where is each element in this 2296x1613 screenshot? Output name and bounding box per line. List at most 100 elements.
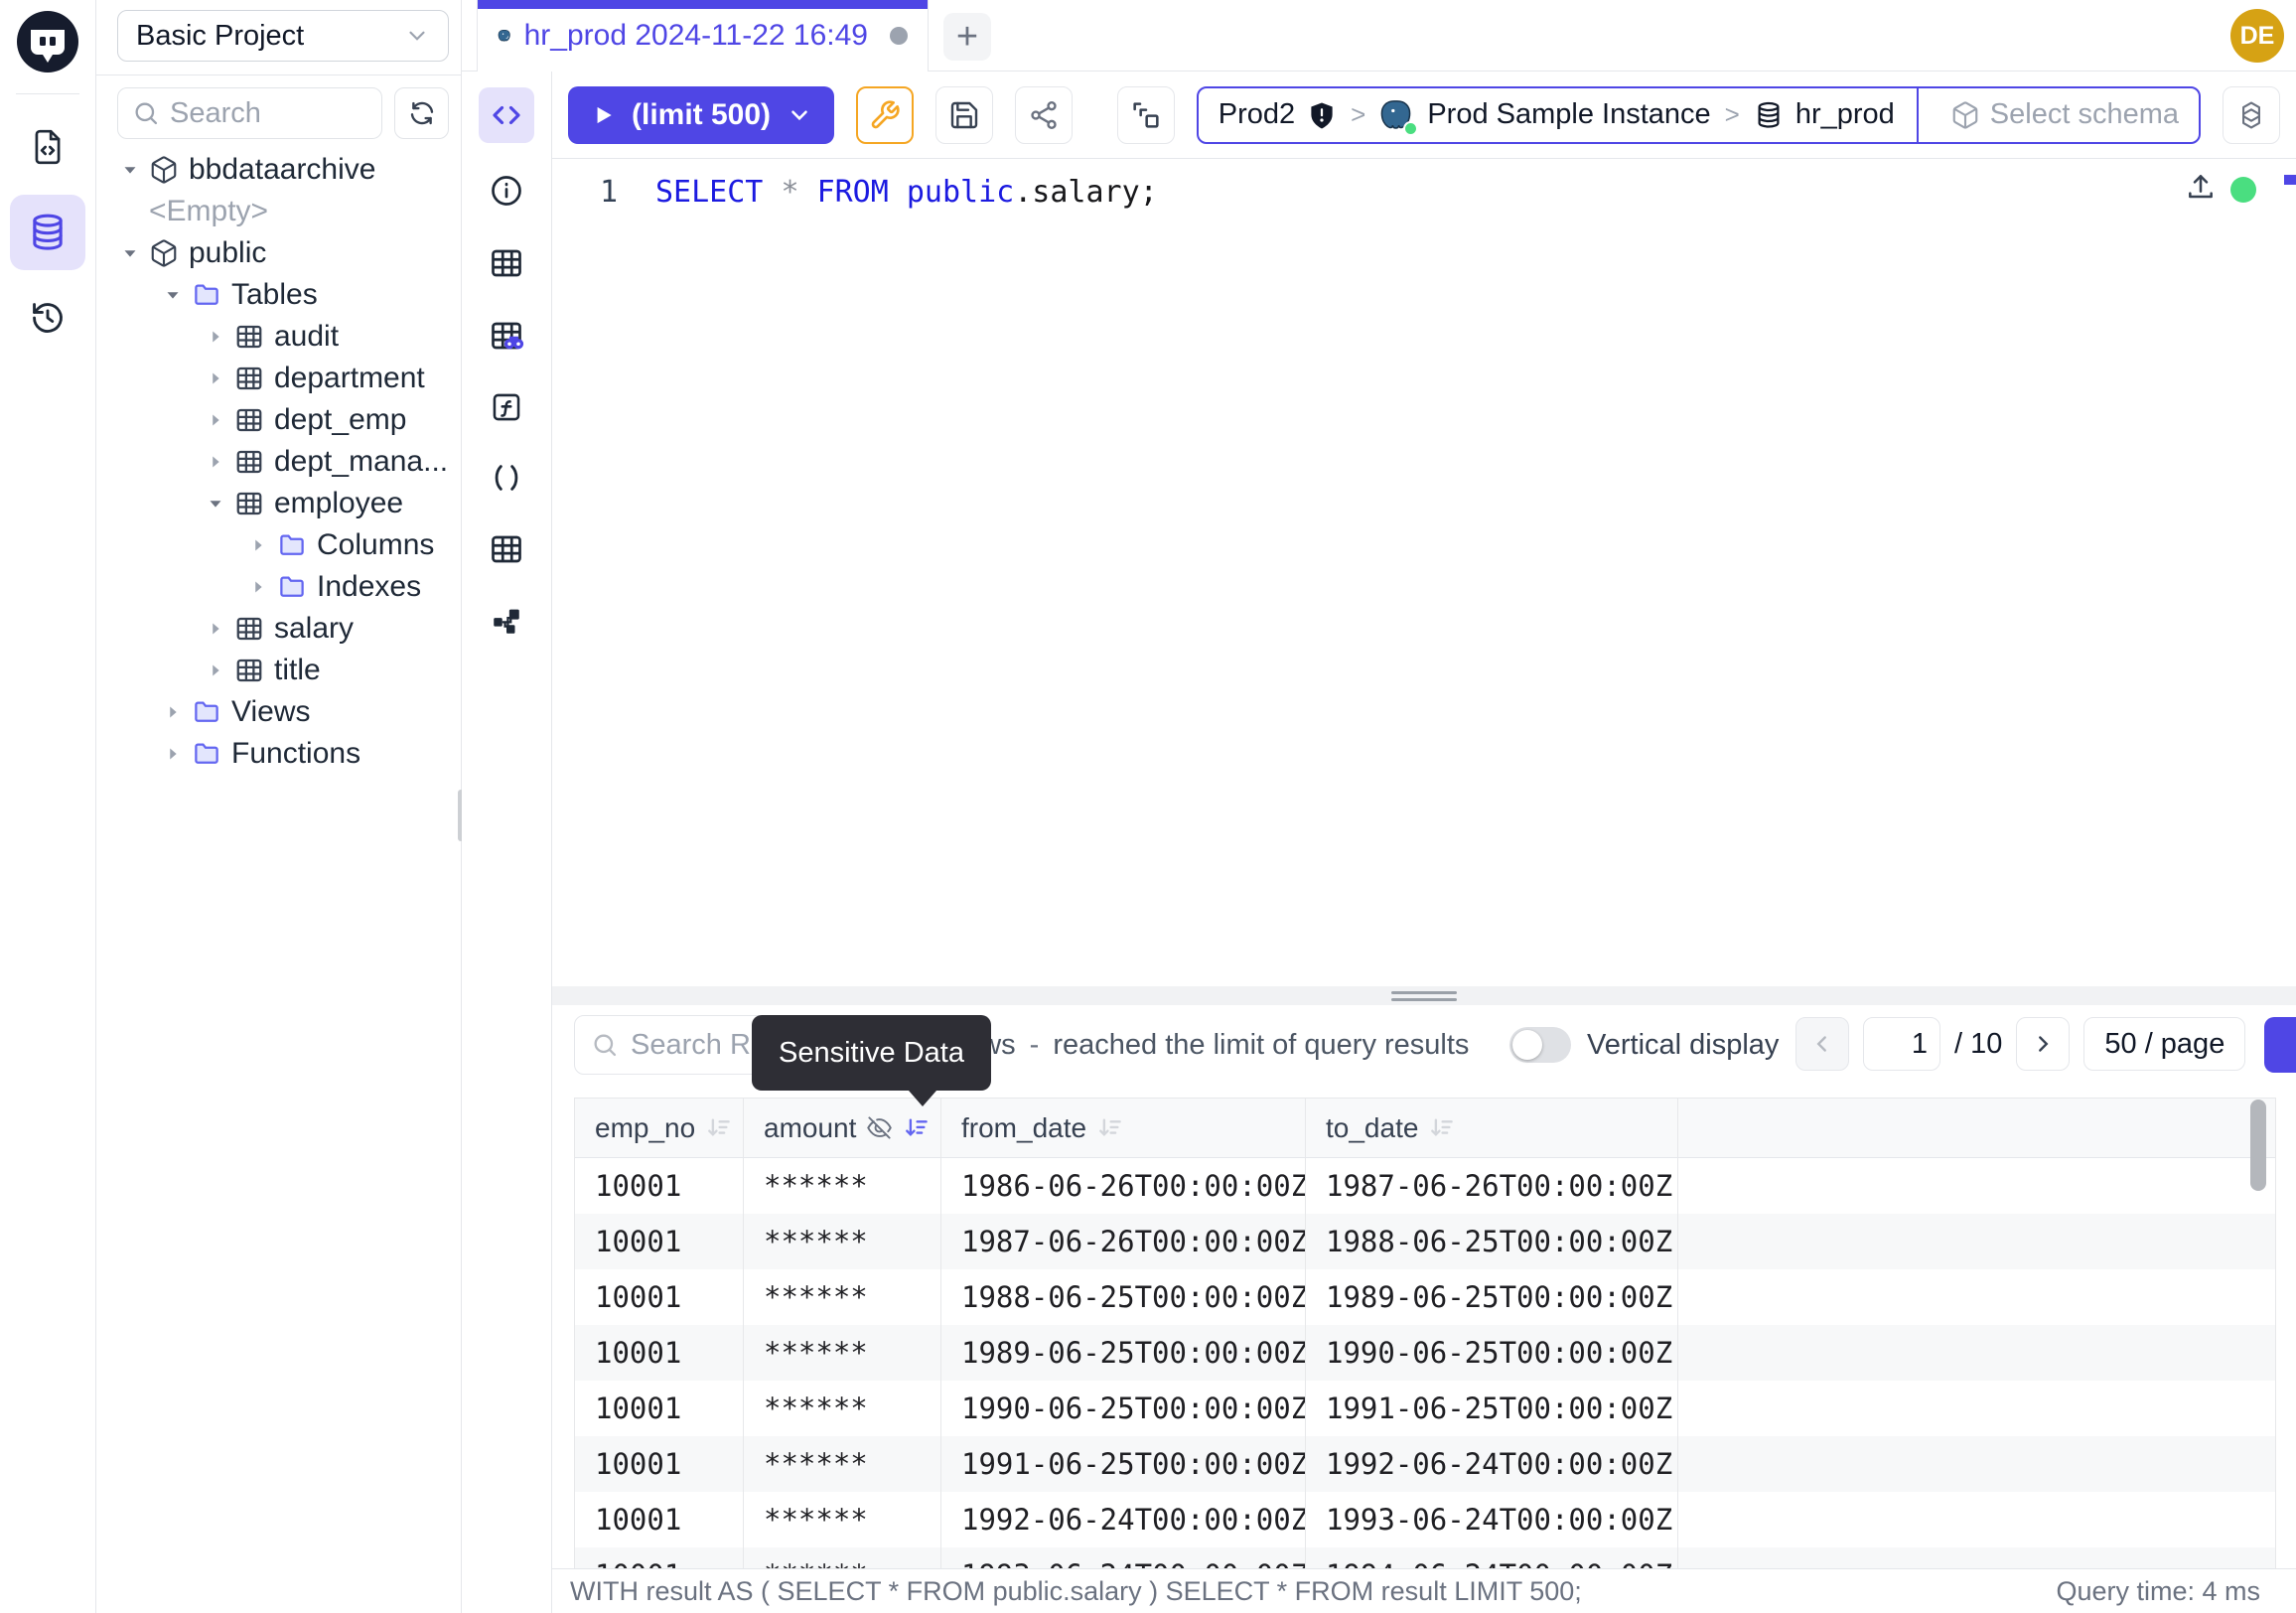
folder-icon — [277, 530, 307, 560]
vertical-display-toggle[interactable] — [1509, 1027, 1571, 1063]
tab-hr-prod[interactable]: hr_prod 2024-11-22 16:49 — [477, 0, 929, 72]
tree-item-title[interactable]: title — [96, 650, 462, 691]
table-cell: 1989-06-25T00:00:00Z — [941, 1325, 1306, 1381]
caret-right-icon[interactable] — [205, 367, 226, 389]
save-sheet-button[interactable] — [935, 86, 993, 144]
format-sql-button[interactable] — [856, 86, 914, 144]
code-panel-button[interactable] — [479, 87, 534, 143]
caret-down-icon[interactable] — [162, 284, 184, 306]
tree-item-department[interactable]: department — [96, 358, 462, 399]
worksheet-icon[interactable] — [10, 109, 85, 185]
sql-editor[interactable]: 1 SELECT * FROM public.salary; — [552, 159, 2296, 986]
database-tree: bbdataarchive<Empty>publicTablesauditdep… — [96, 149, 462, 775]
project-selector[interactable]: Basic Project — [117, 10, 449, 62]
caret-down-icon[interactable] — [119, 159, 141, 181]
schema-selector[interactable]: Select schema — [1931, 98, 2199, 131]
tree-item-salary[interactable]: salary — [96, 608, 462, 650]
run-options-chevron-icon[interactable] — [787, 102, 812, 128]
table-row[interactable]: 10001******1988-06-25T00:00:00Z1989-06-2… — [575, 1269, 2275, 1325]
sort-icon[interactable] — [903, 1114, 930, 1141]
table-cell: ****** — [744, 1436, 941, 1492]
table-row[interactable]: 10001******1992-06-24T00:00:00Z1993-06-2… — [575, 1492, 2275, 1547]
column-header-emp_no[interactable]: emp_no — [575, 1099, 744, 1157]
column-header-from_date[interactable]: from_date — [941, 1099, 1306, 1157]
tree-item-dept-mana[interactable]: dept_mana... — [96, 441, 462, 483]
table-icon — [234, 322, 264, 352]
table-row[interactable]: 10001******1993-06-24T00:00:00Z1994-06-2… — [575, 1547, 2275, 1568]
refresh-schema-button[interactable] — [394, 87, 449, 139]
tree-item-employee[interactable]: employee — [96, 483, 462, 524]
caret-right-icon[interactable] — [162, 743, 184, 765]
connection-breadcrumb[interactable]: Prod2 > Prod Sample Instance > hr_prod S… — [1197, 86, 2201, 144]
table-row[interactable]: 10001******1987-06-26T00:00:00Z1988-06-2… — [575, 1214, 2275, 1269]
table-row[interactable]: 10001******1986-06-26T00:00:00Z1987-06-2… — [575, 1158, 2275, 1214]
results-scrollbar[interactable] — [2250, 1100, 2266, 1191]
tree-item-views[interactable]: Views — [96, 691, 462, 733]
sidebar-search-input[interactable]: Search — [117, 87, 382, 139]
upload-sql-icon[interactable] — [2185, 171, 2217, 203]
share-icon — [1028, 99, 1060, 131]
caret-right-icon[interactable] — [205, 326, 226, 348]
share-sheet-button[interactable] — [1015, 86, 1073, 144]
run-query-button[interactable]: (limit 500) — [568, 86, 834, 144]
page-size-select[interactable]: 50 / page — [2083, 1017, 2245, 1071]
tree-item-audit[interactable]: audit — [96, 316, 462, 358]
eye-off-icon[interactable] — [866, 1114, 893, 1141]
external-tables-panel-icon[interactable] — [489, 531, 524, 567]
tree-item-public[interactable]: public — [96, 232, 462, 274]
new-tab-button[interactable]: + — [943, 13, 991, 61]
masked-data-icon[interactable] — [489, 318, 524, 354]
table-row[interactable]: 10001******1990-06-25T00:00:00Z1991-06-2… — [575, 1381, 2275, 1436]
main-area: hr_prod 2024-11-22 16:49 + DE — [462, 0, 2296, 1613]
sort-icon[interactable] — [705, 1114, 732, 1141]
schema-icon — [149, 155, 179, 185]
refresh-icon — [407, 98, 437, 128]
caret-right-icon[interactable] — [205, 618, 226, 640]
sort-icon[interactable] — [1428, 1114, 1455, 1141]
caret-right-icon[interactable] — [205, 451, 226, 473]
tree-item-tables[interactable]: Tables — [96, 274, 462, 316]
page-number-input[interactable]: 1 — [1863, 1017, 1940, 1071]
column-header-amount[interactable]: amount — [744, 1099, 941, 1157]
caret-down-icon[interactable] — [119, 242, 141, 264]
schema-diagram-icon[interactable] — [490, 604, 523, 638]
caret-right-icon[interactable] — [247, 534, 269, 556]
panel-resize-handle[interactable] — [552, 986, 2296, 1005]
sort-icon[interactable] — [1096, 1114, 1123, 1141]
column-header-to_date[interactable]: to_date — [1306, 1099, 1678, 1157]
editor-scrollbar[interactable] — [2284, 175, 2296, 185]
ai-assistant-button[interactable] — [2223, 86, 2280, 144]
tree-item-dept-emp[interactable]: dept_emp — [96, 399, 462, 441]
tree-item-columns[interactable]: Columns — [96, 524, 462, 566]
table-icon — [234, 614, 264, 644]
table-row[interactable]: 10001******1991-06-25T00:00:00Z1992-06-2… — [575, 1436, 2275, 1492]
instance-engine-icon — [1379, 97, 1415, 133]
database-schema-icon[interactable] — [10, 195, 85, 270]
caret-down-icon[interactable] — [205, 493, 226, 514]
next-page-button[interactable] — [2016, 1017, 2070, 1071]
export-button[interactable] — [2264, 1017, 2296, 1073]
project-selector-label: Basic Project — [136, 20, 304, 53]
tree-item-empty[interactable]: <Empty> — [96, 191, 462, 232]
caret-right-icon[interactable] — [162, 701, 184, 723]
table-icon — [234, 364, 264, 393]
caret-right-icon[interactable] — [205, 409, 226, 431]
active-tab-accent — [478, 0, 928, 9]
save-icon — [948, 99, 980, 131]
functions-panel-icon[interactable] — [490, 390, 523, 424]
table-row[interactable]: 10001******1989-06-25T00:00:00Z1990-06-2… — [575, 1325, 2275, 1381]
table-cell: 1987-06-26T00:00:00Z — [1306, 1158, 1678, 1214]
caret-right-icon[interactable] — [247, 576, 269, 598]
tree-item-bbdataarchive[interactable]: bbdataarchive — [96, 149, 462, 191]
history-icon[interactable] — [10, 280, 85, 356]
tree-item-functions[interactable]: Functions — [96, 733, 462, 775]
sidebar-divider — [96, 74, 462, 75]
user-avatar[interactable]: DE — [2230, 9, 2284, 63]
batch-query-button[interactable] — [1117, 86, 1175, 144]
info-icon[interactable] — [489, 173, 524, 209]
tables-panel-icon[interactable] — [489, 245, 524, 281]
prev-page-button[interactable] — [1795, 1017, 1849, 1071]
procedures-panel-icon[interactable] — [490, 461, 523, 495]
caret-right-icon[interactable] — [205, 660, 226, 681]
tree-item-indexes[interactable]: Indexes — [96, 566, 462, 608]
